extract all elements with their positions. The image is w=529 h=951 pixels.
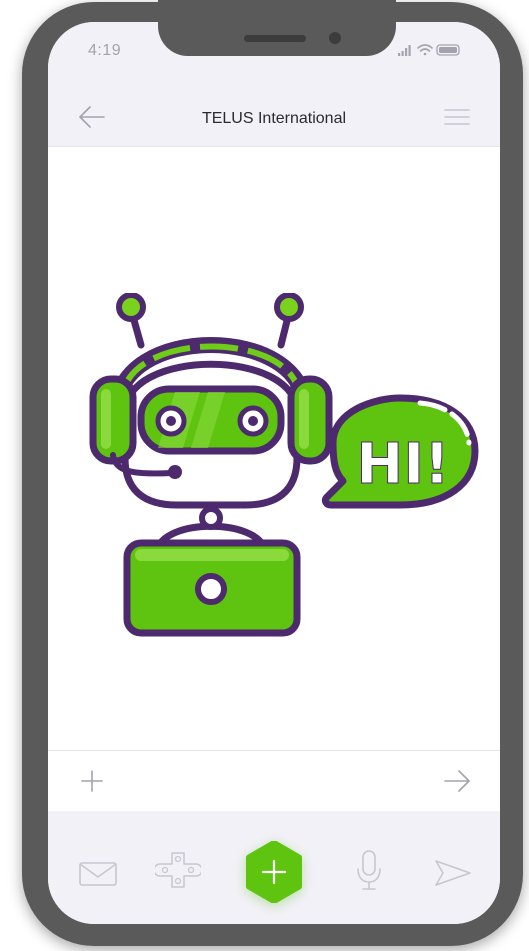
plus-icon[interactable] bbox=[80, 769, 104, 793]
earcup-right bbox=[287, 375, 333, 465]
antenna-left bbox=[116, 293, 146, 349]
speech-bubble-text: HI! bbox=[356, 432, 449, 497]
status-icons bbox=[398, 44, 460, 56]
page-title: TELUS International bbox=[201, 110, 347, 127]
app-header: TELUS International bbox=[48, 86, 500, 147]
earcup-left bbox=[89, 375, 137, 465]
chatbot-robot-illustration: HI! bbox=[89, 293, 479, 637]
phone-notch bbox=[158, 0, 396, 56]
battery-icon bbox=[436, 44, 460, 56]
hamburger-menu-icon[interactable] bbox=[442, 104, 472, 130]
speaker-grille bbox=[244, 35, 306, 42]
send-icon[interactable] bbox=[433, 858, 473, 888]
front-camera bbox=[329, 32, 341, 44]
status-time: 4:19 bbox=[88, 42, 122, 59]
message-input-bar[interactable] bbox=[48, 750, 500, 812]
gamepad-icon[interactable] bbox=[155, 850, 201, 890]
mail-icon[interactable] bbox=[78, 858, 118, 888]
signal-icon bbox=[398, 45, 411, 56]
antenna-right bbox=[274, 293, 304, 349]
add-fab-icon[interactable] bbox=[243, 841, 305, 903]
microphone-icon[interactable] bbox=[355, 849, 383, 891]
laptop-logo bbox=[195, 573, 227, 605]
arrow-right-icon[interactable] bbox=[442, 769, 472, 793]
wifi-icon bbox=[417, 44, 433, 56]
